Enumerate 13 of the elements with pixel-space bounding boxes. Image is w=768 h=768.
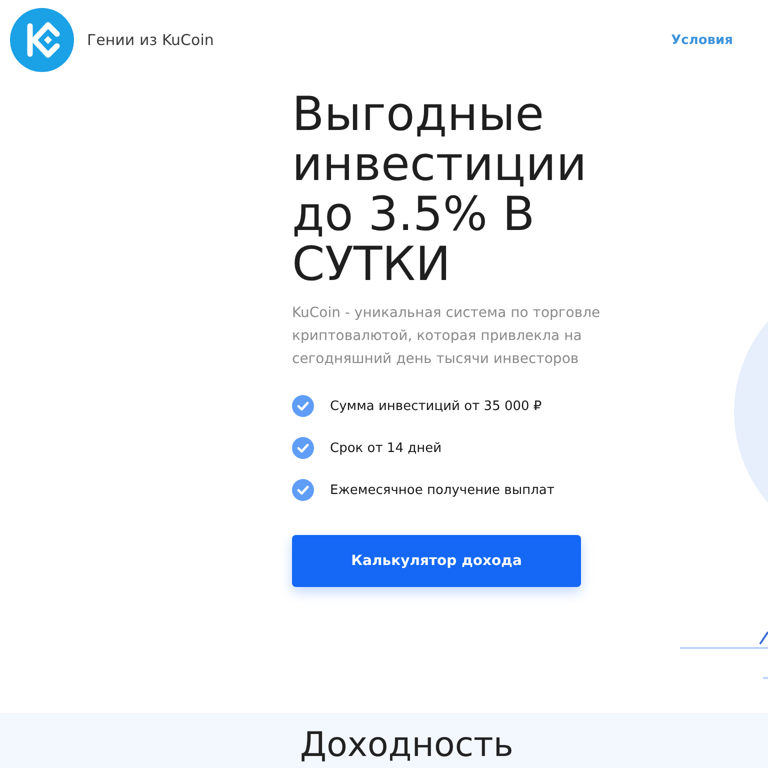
hero-description: KuCoin - уникальная система по торговле криптовалютой, которая привлекла на сегодняшний день тысячи инвесторов	[292, 304, 602, 369]
terms-link[interactable]: Условия	[671, 32, 733, 48]
section-heading: Доходность	[300, 725, 514, 765]
feature-text: Ежемесячное получение выплат	[330, 482, 554, 498]
logo-icon	[10, 8, 74, 72]
feature-text: Сумма инвестиций от 35 000 ₽	[330, 398, 542, 414]
check-icon	[292, 437, 314, 459]
feature-text: Срок от 14 дней	[330, 440, 442, 456]
check-icon	[292, 395, 314, 417]
calculator-button[interactable]: Калькулятор дохода	[292, 535, 581, 587]
site-name: Гении из KuCoin	[87, 31, 214, 49]
hero-heading: Выгодные инвестиции до 3.5% В СУТКИ	[292, 90, 588, 290]
check-icon	[292, 479, 314, 501]
